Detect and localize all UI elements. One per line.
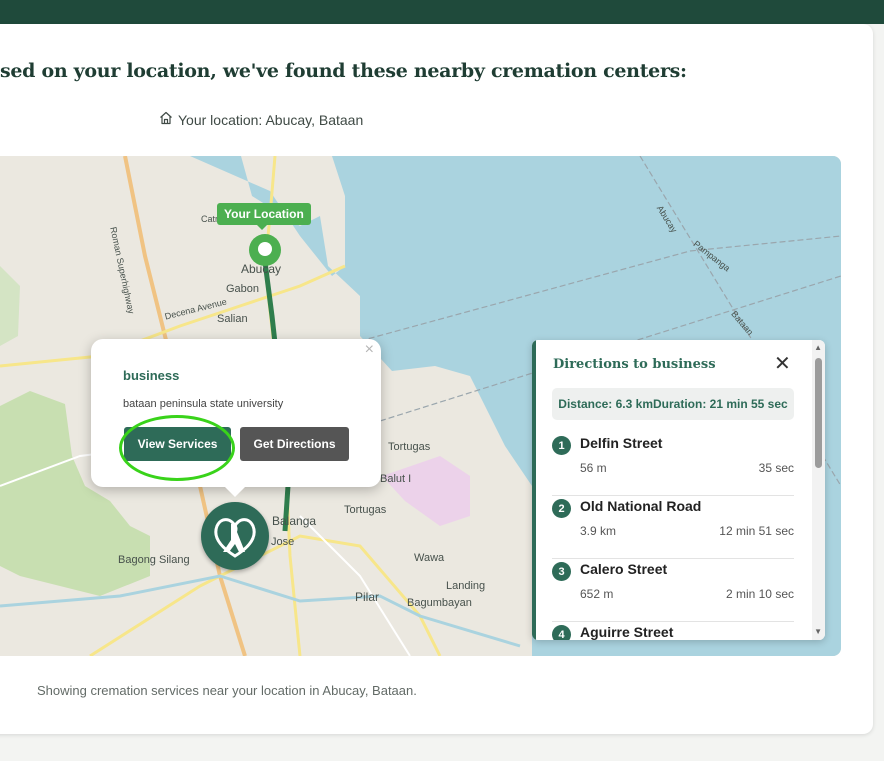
close-icon[interactable]: ✕: [774, 354, 791, 374]
step-number: 2: [552, 499, 571, 518]
map-label-bagong-silang: Bagong Silang: [118, 554, 190, 566]
direction-step[interactable]: 1 Delfin Street 56 m 35 sec: [552, 433, 794, 496]
direction-step[interactable]: 4 Aguirre Street: [552, 622, 794, 640]
panel-accent: [532, 340, 536, 640]
map-label-tortugas-1: Tortugas: [388, 441, 431, 453]
popup-title: business: [123, 368, 180, 383]
step-distance: 652 m: [580, 587, 614, 601]
map-label-pilar: Pilar: [355, 590, 380, 604]
step-number: 3: [552, 562, 571, 581]
direction-step[interactable]: 3 Calero Street 652 m 2 min 10 sec: [552, 559, 794, 622]
step-street: Delfin Street: [580, 435, 663, 451]
panel-scrollbar[interactable]: ▲ ▼: [812, 340, 825, 640]
scroll-thumb[interactable]: [815, 358, 822, 468]
step-street: Old National Road: [580, 498, 702, 514]
step-distance: 3.9 km: [580, 524, 617, 538]
location-label: Your location: Abucay, Bataan: [178, 111, 364, 128]
map-label-balut: Balut I: [380, 473, 412, 485]
step-duration: 12 min 51 sec: [719, 524, 794, 538]
your-location-tag: Your Location: [217, 203, 311, 230]
footer-note: Showing cremation services near your loc…: [37, 683, 417, 698]
map-label-balanga: Balanga: [272, 514, 317, 528]
popup-address: bataan peninsula state university: [123, 398, 284, 410]
step-number: 1: [552, 436, 571, 455]
map-label-catr: Catr: [201, 214, 219, 224]
step-number: 4: [552, 625, 571, 640]
step-street: Calero Street: [580, 561, 668, 577]
direction-step[interactable]: 2 Old National Road 3.9 km 12 min 51 sec: [552, 496, 794, 559]
cremation-center-marker[interactable]: [201, 502, 269, 570]
top-bar: [0, 0, 884, 24]
heart-person-icon: [214, 518, 256, 558]
map-label-gabon: Gabon: [226, 283, 260, 295]
map-label-wawa: Wawa: [414, 552, 445, 564]
home-icon: [159, 111, 173, 128]
map-label-tortugas-2: Tortugas: [344, 504, 387, 516]
location-pin-icon[interactable]: [247, 232, 283, 268]
directions-title: Directions to business: [553, 357, 716, 372]
step-duration: 35 sec: [758, 461, 794, 475]
business-popup: × business bataan peninsula state univer…: [91, 339, 381, 497]
map-label-landing: Landing: [446, 580, 486, 592]
directions-panel: Directions to business ✕ Distance: 6.3 k…: [532, 340, 825, 640]
route-summary: Distance: 6.3 kmDuration: 21 min 55 sec: [552, 388, 794, 420]
scroll-down-icon[interactable]: ▼: [814, 627, 822, 636]
view-services-button[interactable]: View Services: [124, 427, 231, 461]
map-label-bagumbayan: Bagumbayan: [407, 597, 472, 609]
map-label-salian: Salian: [217, 313, 248, 325]
step-distance: 56 m: [580, 461, 607, 475]
step-duration: 2 min 10 sec: [725, 587, 794, 601]
your-location: Your location: Abucay, Bataan: [159, 111, 363, 128]
scroll-up-icon[interactable]: ▲: [814, 343, 822, 352]
popup-close-icon[interactable]: ×: [365, 341, 374, 359]
get-directions-button[interactable]: Get Directions: [240, 427, 349, 461]
page-heading: sed on your location, we've found these …: [0, 60, 687, 82]
map-label-jose: Jose: [271, 536, 295, 548]
step-street: Aguirre Street: [580, 624, 674, 640]
